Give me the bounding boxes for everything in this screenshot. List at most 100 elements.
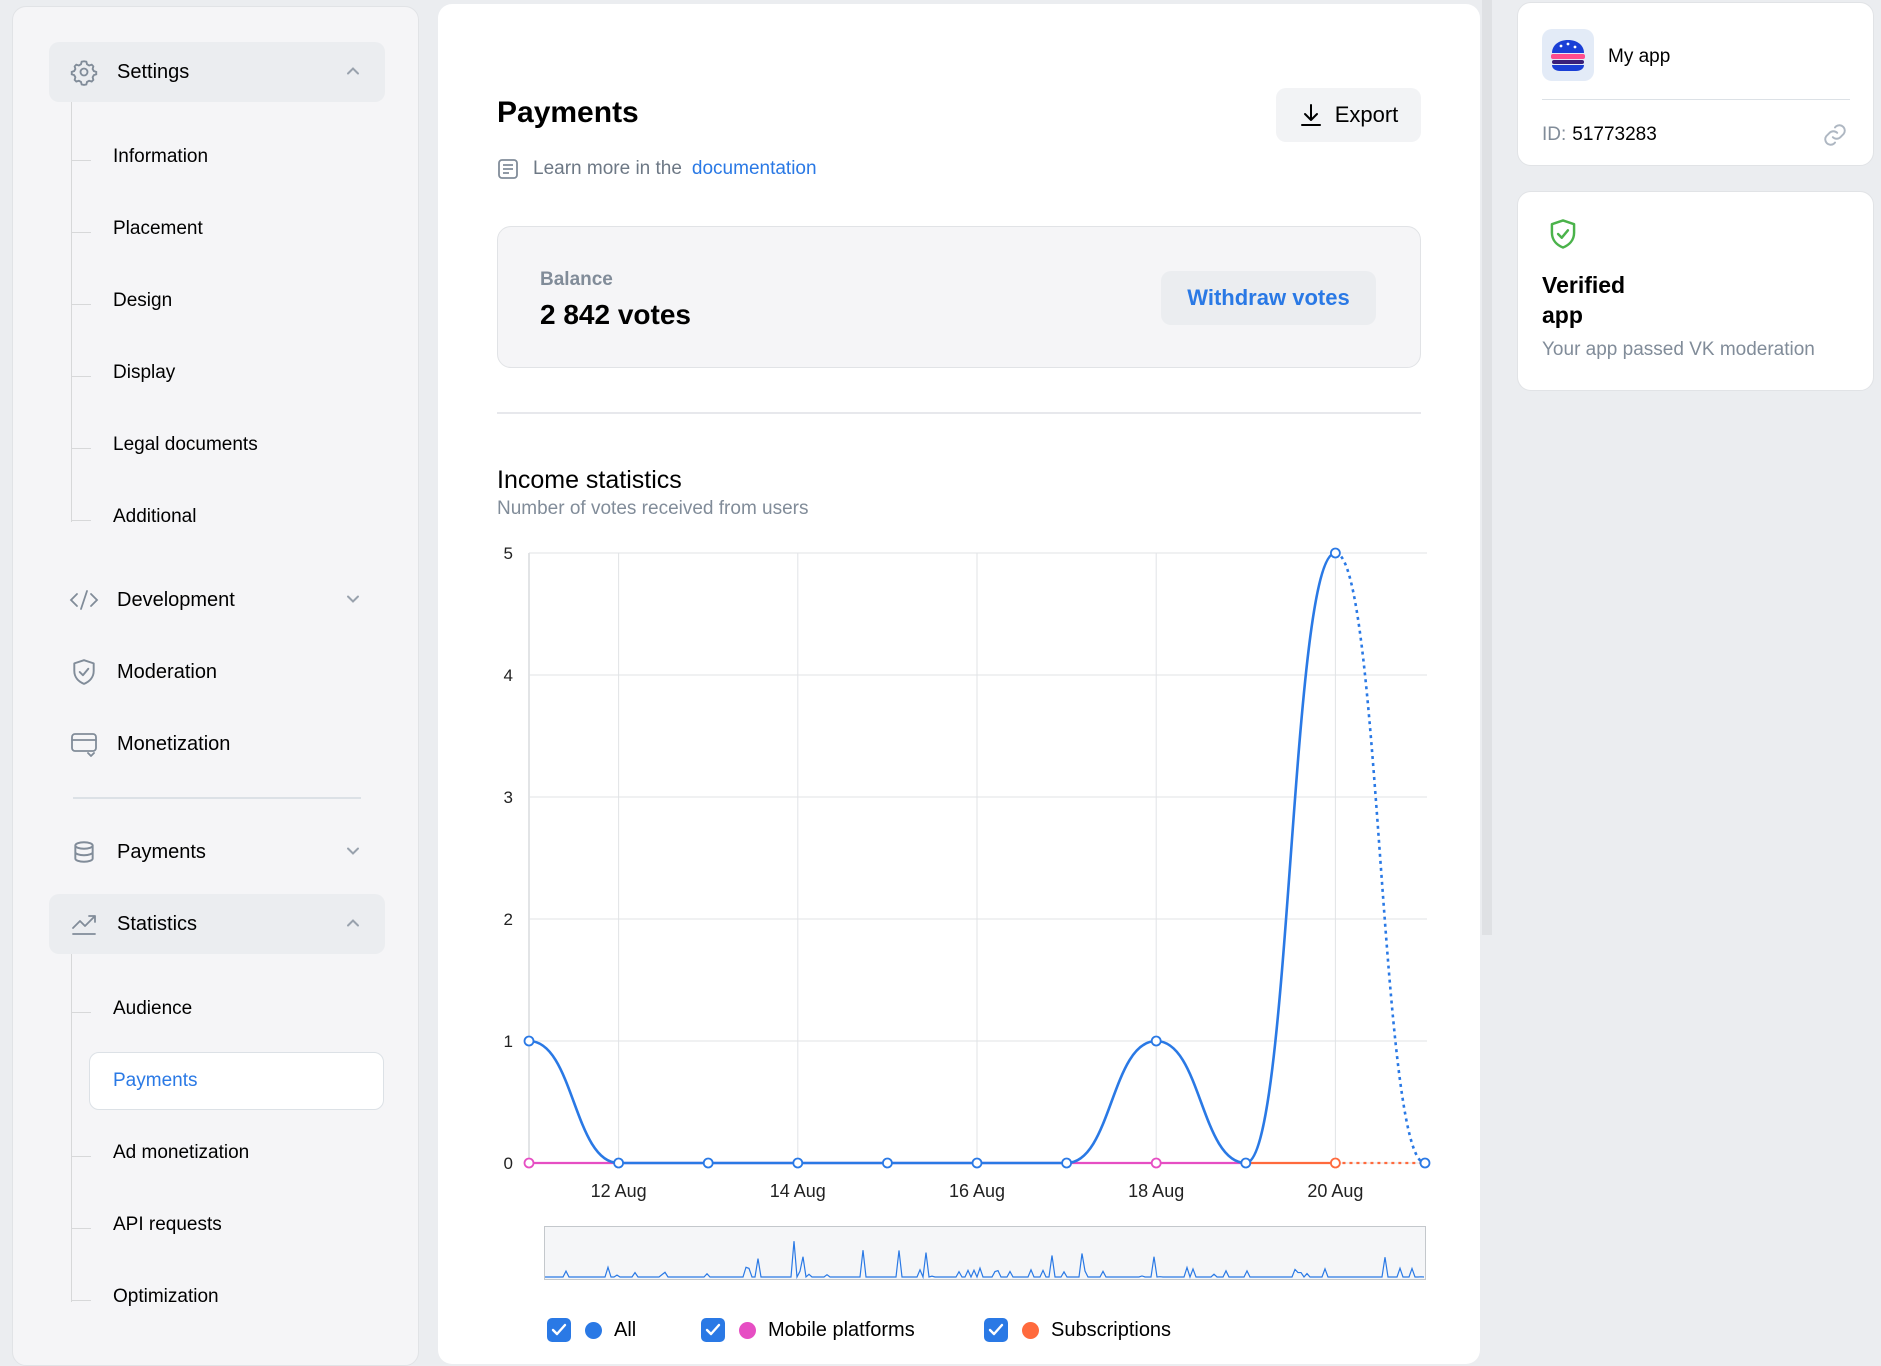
tree-line xyxy=(71,954,72,1302)
sidebar-item-label: Monetization xyxy=(117,732,231,755)
data-point xyxy=(792,1157,804,1169)
data-point xyxy=(1061,1157,1072,1169)
app-name: My app xyxy=(1608,46,1671,67)
x-tick-label: 14 Aug xyxy=(770,1181,826,1201)
sidebar-item-moderation[interactable]: Moderation xyxy=(49,642,385,702)
legend-mobile-platforms[interactable]: Mobile platforms xyxy=(701,1318,915,1342)
x-tick-label: 18 Aug xyxy=(1128,1181,1184,1201)
legend-subscriptions[interactable]: Subscriptions xyxy=(984,1318,1171,1342)
x-tick-label: 20 Aug xyxy=(1307,1181,1363,1201)
gear-icon xyxy=(69,57,99,87)
sidebar-item-ad-monetization[interactable]: Ad monetization xyxy=(113,1142,249,1164)
shield-icon xyxy=(69,657,99,687)
legend-all[interactable]: All xyxy=(547,1318,636,1342)
tree-tick xyxy=(71,376,91,377)
tree-tick xyxy=(71,232,91,233)
y-tick-label: 0 xyxy=(504,1154,513,1173)
series-line-all xyxy=(528,551,1336,1165)
series-color-dot xyxy=(739,1321,756,1339)
data-point xyxy=(1419,1157,1431,1169)
sidebar-item-api-requests[interactable]: API requests xyxy=(113,1214,222,1236)
app-id-label: ID: xyxy=(1542,124,1567,145)
sidebar: Settings Information Placement Design Di… xyxy=(12,6,419,1366)
app-logo xyxy=(1542,29,1594,81)
y-tick-label: 4 xyxy=(504,666,513,685)
verified-title: Verified app xyxy=(1542,272,1626,328)
verified-card: Verified app Your app passed VK moderati… xyxy=(1517,191,1874,391)
tree-line xyxy=(71,102,72,522)
verified-subtitle: Your app passed VK moderation xyxy=(1542,339,1815,360)
legend-label: All xyxy=(614,1318,637,1341)
sidebar-item-label: Moderation xyxy=(117,660,218,683)
data-point xyxy=(702,1157,714,1169)
sidebar-group-settings[interactable]: Settings xyxy=(49,42,385,102)
y-tick-label: 1 xyxy=(504,1032,513,1051)
checkbox-checked-icon[interactable] xyxy=(701,1318,725,1342)
tree-tick xyxy=(71,448,91,449)
y-tick-label: 2 xyxy=(504,910,513,929)
sidebar-divider xyxy=(73,797,361,799)
sidebar-item-monetization[interactable]: Monetization xyxy=(49,714,385,774)
data-point xyxy=(971,1157,983,1169)
sidebar-item-legal-documents[interactable]: Legal documents xyxy=(113,434,258,456)
data-point xyxy=(1150,1035,1162,1047)
app-id: ID: 51773283 xyxy=(1542,124,1657,146)
chart-range-navigator[interactable] xyxy=(544,1226,1426,1280)
checkbox-checked-icon[interactable] xyxy=(984,1318,1008,1342)
data-point xyxy=(523,1035,535,1047)
income-chart: 0 1 2 3 4 5 12 Aug 14 Aug 16 Aug 18 Aug 20 Aug xyxy=(504,544,1431,1201)
checkbox-checked-icon[interactable] xyxy=(547,1318,571,1342)
sidebar-item-payments[interactable]: Payments xyxy=(113,1070,197,1092)
chevron-down-icon xyxy=(347,847,359,855)
data-point xyxy=(1240,1157,1252,1169)
legend-label: Subscriptions xyxy=(1051,1318,1172,1341)
x-tick-label: 12 Aug xyxy=(591,1181,647,1201)
series-line-incomplete xyxy=(1334,551,1426,1165)
sidebar-item-optimization[interactable]: Optimization xyxy=(113,1286,219,1308)
navigator-sparkline xyxy=(545,1241,1425,1279)
burger-icon xyxy=(1551,40,1585,71)
tree-tick xyxy=(71,1228,91,1229)
legend-label: Mobile platforms xyxy=(768,1318,915,1341)
sidebar-group-development[interactable]: Development xyxy=(49,570,385,630)
chevron-down-icon xyxy=(347,595,359,603)
sidebar-item-display[interactable]: Display xyxy=(113,362,175,384)
tree-tick xyxy=(71,1300,91,1301)
verified-shield-icon xyxy=(1550,219,1576,249)
app-card: My app ID: 51773283 xyxy=(1517,2,1874,166)
y-tick-label: 3 xyxy=(504,788,513,807)
tree-tick xyxy=(71,520,91,521)
tree-tick xyxy=(71,160,91,161)
tree-tick xyxy=(71,1156,91,1157)
data-point xyxy=(1330,547,1341,559)
x-tick-label: 16 Aug xyxy=(949,1181,1005,1201)
sidebar-item-information[interactable]: Information xyxy=(113,146,208,168)
link-icon[interactable] xyxy=(1822,122,1848,148)
sidebar-group-label: Development xyxy=(117,588,235,611)
divider xyxy=(1542,99,1850,100)
sidebar-item-audience[interactable]: Audience xyxy=(113,998,192,1020)
sidebar-item-placement[interactable]: Placement xyxy=(113,218,203,240)
scrollbar[interactable] xyxy=(1482,0,1492,935)
sidebar-group-label: Settings xyxy=(117,60,190,83)
sidebar-item-additional[interactable]: Additional xyxy=(113,506,196,528)
chevron-up-icon xyxy=(347,67,359,75)
tree-tick xyxy=(71,1012,91,1013)
sidebar-group-statistics[interactable]: Statistics xyxy=(49,894,385,954)
sidebar-group-label: Statistics xyxy=(117,912,198,935)
card-arrow-icon xyxy=(69,729,99,759)
y-tick-label: 5 xyxy=(504,544,513,563)
coins-icon xyxy=(69,837,99,867)
main-panel: Payments Export Learn more in the docume… xyxy=(438,4,1480,1364)
data-point xyxy=(1330,1157,1341,1169)
sidebar-group-payments[interactable]: Payments xyxy=(49,822,385,882)
app-id-value: 51773283 xyxy=(1572,124,1657,145)
data-point xyxy=(613,1157,625,1169)
tree-tick xyxy=(71,304,91,305)
chevron-up-icon xyxy=(347,919,359,927)
series-color-dot xyxy=(585,1321,602,1339)
sidebar-item-design[interactable]: Design xyxy=(113,290,172,312)
code-icon xyxy=(69,585,99,615)
trend-icon xyxy=(69,909,99,939)
series-color-dot xyxy=(1022,1321,1039,1339)
